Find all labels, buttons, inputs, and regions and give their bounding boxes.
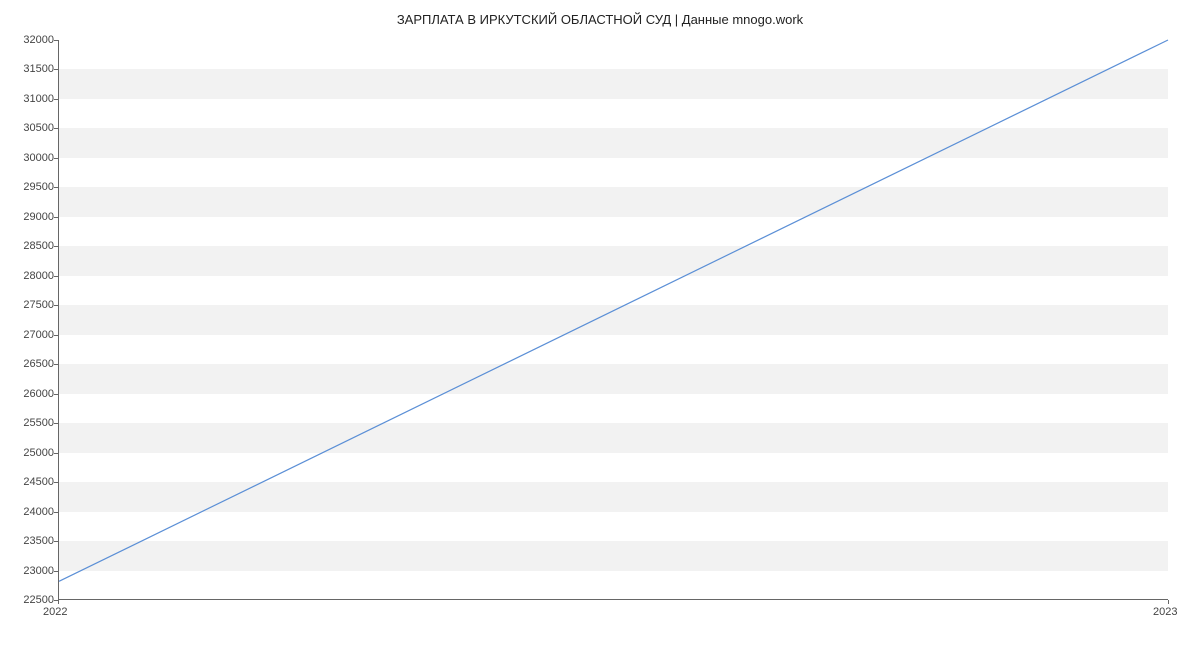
y-axis-tick-label: 24000 (14, 506, 54, 518)
chart-line (59, 40, 1168, 599)
y-axis-tick-label: 31000 (14, 93, 54, 105)
y-axis-tick-label: 31500 (14, 63, 54, 75)
y-axis-tick-label: 26500 (14, 358, 54, 370)
x-axis-tick-mark (1168, 600, 1169, 604)
y-axis-tick-label: 26000 (14, 388, 54, 400)
y-axis-tick-label: 28000 (14, 270, 54, 282)
y-axis-tick-label: 30000 (14, 152, 54, 164)
y-axis-tick-label: 25000 (14, 447, 54, 459)
y-axis-tick-label: 28500 (14, 240, 54, 252)
y-axis-tick-label: 23000 (14, 565, 54, 577)
x-axis-tick-mark (58, 600, 59, 604)
x-axis-tick-label: 2022 (43, 606, 67, 618)
y-axis-tick-label: 30500 (14, 122, 54, 134)
x-axis-tick-label: 2023 (1153, 606, 1177, 618)
y-axis-tick-label: 22500 (14, 594, 54, 606)
y-axis-tick-label: 32000 (14, 34, 54, 46)
y-axis-tick-label: 27500 (14, 299, 54, 311)
y-axis-tick-label: 29500 (14, 181, 54, 193)
chart-title: ЗАРПЛАТА В ИРКУТСКИЙ ОБЛАСТНОЙ СУД | Дан… (0, 0, 1200, 27)
y-axis-tick-label: 24500 (14, 476, 54, 488)
y-axis-tick-label: 23500 (14, 535, 54, 547)
y-axis-tick-label: 29000 (14, 211, 54, 223)
plot-area (58, 40, 1168, 600)
y-axis-tick-label: 27000 (14, 329, 54, 341)
y-axis-tick-label: 25500 (14, 417, 54, 429)
